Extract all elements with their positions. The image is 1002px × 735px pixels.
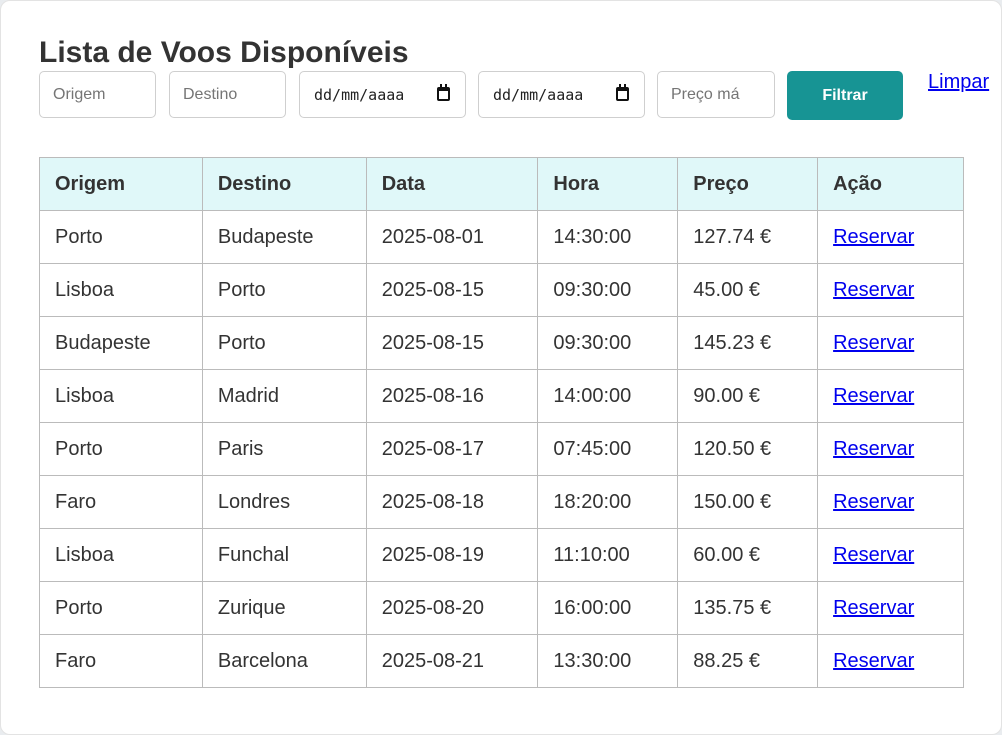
cell-price: 120.50 € (677, 422, 819, 476)
reserve-link[interactable]: Reservar (833, 438, 914, 460)
column-header-origin: Origem (39, 157, 203, 211)
cell-time: 09:30:00 (537, 316, 679, 370)
cell-date: 2025-08-21 (365, 634, 539, 688)
column-header-time: Hora (537, 157, 679, 211)
flights-table-body: Porto Budapeste 2025-08-01 14:30:00 127.74 €… (39, 210, 964, 688)
cell-action: Reservar (817, 263, 964, 317)
cell-action: Reservar (817, 475, 964, 529)
cell-date: 2025-08-17 (365, 422, 539, 476)
origin-input[interactable]: Origem (39, 71, 156, 118)
destination-input[interactable]: Destino (169, 71, 286, 118)
reserve-link[interactable]: Reservar (833, 332, 914, 354)
cell-date: 2025-08-15 (365, 316, 539, 370)
cell-origin: Lisboa (39, 263, 203, 317)
cell-origin: Faro (39, 634, 203, 688)
cell-destination: Paris (201, 422, 367, 476)
cell-time: 18:20:00 (537, 475, 679, 529)
date-to-input[interactable]: dd/mm/aaaa (478, 71, 645, 118)
reserve-link[interactable]: Reservar (833, 226, 914, 248)
cell-time: 09:30:00 (537, 263, 679, 317)
reserve-link[interactable]: Reservar (833, 597, 914, 619)
reserve-link[interactable]: Reservar (833, 385, 914, 407)
cell-action: Reservar (817, 581, 964, 635)
cell-destination: Porto (201, 316, 367, 370)
cell-destination: Barcelona (201, 634, 367, 688)
clear-link[interactable]: Limpar (928, 71, 989, 94)
table-row: Porto Zurique 2025-08-20 16:00:00 135.75 € Re… (39, 581, 964, 635)
cell-time: 14:30:00 (537, 210, 679, 264)
table-row: Lisboa Porto 2025-08-15 09:30:00 45.00 € Rese… (39, 263, 964, 317)
table-row: Lisboa Funchal 2025-08-19 11:10:00 60.00 € Re… (39, 528, 964, 582)
cell-price: 90.00 € (677, 369, 819, 423)
column-header-action: Ação (817, 157, 964, 211)
cell-price: 150.00 € (677, 475, 819, 529)
calendar-icon[interactable] (616, 84, 629, 101)
max-price-input[interactable]: Preço má (657, 71, 775, 118)
cell-destination: Madrid (201, 369, 367, 423)
date-from-input[interactable]: dd/mm/aaaa (299, 71, 466, 118)
cell-origin: Porto (39, 581, 203, 635)
cell-price: 145.23 € (677, 316, 819, 370)
cell-action: Reservar (817, 316, 964, 370)
reserve-link[interactable]: Reservar (833, 544, 914, 566)
table-row: Budapeste Porto 2025-08-15 09:30:00 145.23 €… (39, 316, 964, 370)
reserve-link[interactable]: Reservar (833, 279, 914, 301)
cell-time: 16:00:00 (537, 581, 679, 635)
table-header-row: Origem Destino Data Hora Preço Ação (39, 157, 964, 211)
cell-action: Reservar (817, 634, 964, 688)
cell-destination: Zurique (201, 581, 367, 635)
cell-time: 14:00:00 (537, 369, 679, 423)
max-price-placeholder: Preço má (671, 85, 740, 103)
cell-date: 2025-08-01 (365, 210, 539, 264)
cell-destination: Porto (201, 263, 367, 317)
cell-time: 11:10:00 (537, 528, 679, 582)
calendar-icon[interactable] (437, 84, 450, 101)
date-to-placeholder: dd/mm/aaaa (493, 85, 584, 104)
cell-destination: Funchal (201, 528, 367, 582)
cell-date: 2025-08-15 (365, 263, 539, 317)
cell-action: Reservar (817, 528, 964, 582)
cell-price: 60.00 € (677, 528, 819, 582)
date-from-placeholder: dd/mm/aaaa (314, 85, 405, 104)
cell-price: 88.25 € (677, 634, 819, 688)
flights-card: Lista de Voos Disponíveis Origem Destino… (0, 0, 1002, 735)
cell-date: 2025-08-20 (365, 581, 539, 635)
table-row: Faro Barcelona 2025-08-21 13:30:00 88.25 € Re… (39, 634, 964, 688)
destination-placeholder: Destino (183, 85, 238, 103)
cell-date: 2025-08-16 (365, 369, 539, 423)
table-row: Porto Paris 2025-08-17 07:45:00 120.50 € Rese… (39, 422, 964, 476)
cell-date: 2025-08-18 (365, 475, 539, 529)
column-header-price: Preço (677, 157, 819, 211)
column-header-destination: Destino (201, 157, 367, 211)
cell-price: 127.74 € (677, 210, 819, 264)
cell-destination: Londres (201, 475, 367, 529)
reserve-link[interactable]: Reservar (833, 650, 914, 672)
page-title: Lista de Voos Disponíveis (39, 36, 409, 69)
cell-action: Reservar (817, 210, 964, 264)
cell-price: 135.75 € (677, 581, 819, 635)
cell-origin: Lisboa (39, 528, 203, 582)
cell-origin: Budapeste (39, 316, 203, 370)
cell-destination: Budapeste (201, 210, 367, 264)
column-header-date: Data (365, 157, 539, 211)
cell-origin: Faro (39, 475, 203, 529)
cell-action: Reservar (817, 422, 964, 476)
reserve-link[interactable]: Reservar (833, 491, 914, 513)
table-row: Faro Londres 2025-08-18 18:20:00 150.00 € Res… (39, 475, 964, 529)
origin-placeholder: Origem (53, 85, 106, 103)
cell-origin: Porto (39, 422, 203, 476)
cell-date: 2025-08-19 (365, 528, 539, 582)
flights-table: Origem Destino Data Hora Preço Ação Port… (39, 157, 964, 688)
table-row: Lisboa Madrid 2025-08-16 14:00:00 90.00 € Res… (39, 369, 964, 423)
table-row: Porto Budapeste 2025-08-01 14:30:00 127.74 €… (39, 210, 964, 264)
filter-button[interactable]: Filtrar (787, 71, 903, 120)
cell-origin: Porto (39, 210, 203, 264)
cell-action: Reservar (817, 369, 964, 423)
cell-price: 45.00 € (677, 263, 819, 317)
cell-origin: Lisboa (39, 369, 203, 423)
cell-time: 07:45:00 (537, 422, 679, 476)
cell-time: 13:30:00 (537, 634, 679, 688)
